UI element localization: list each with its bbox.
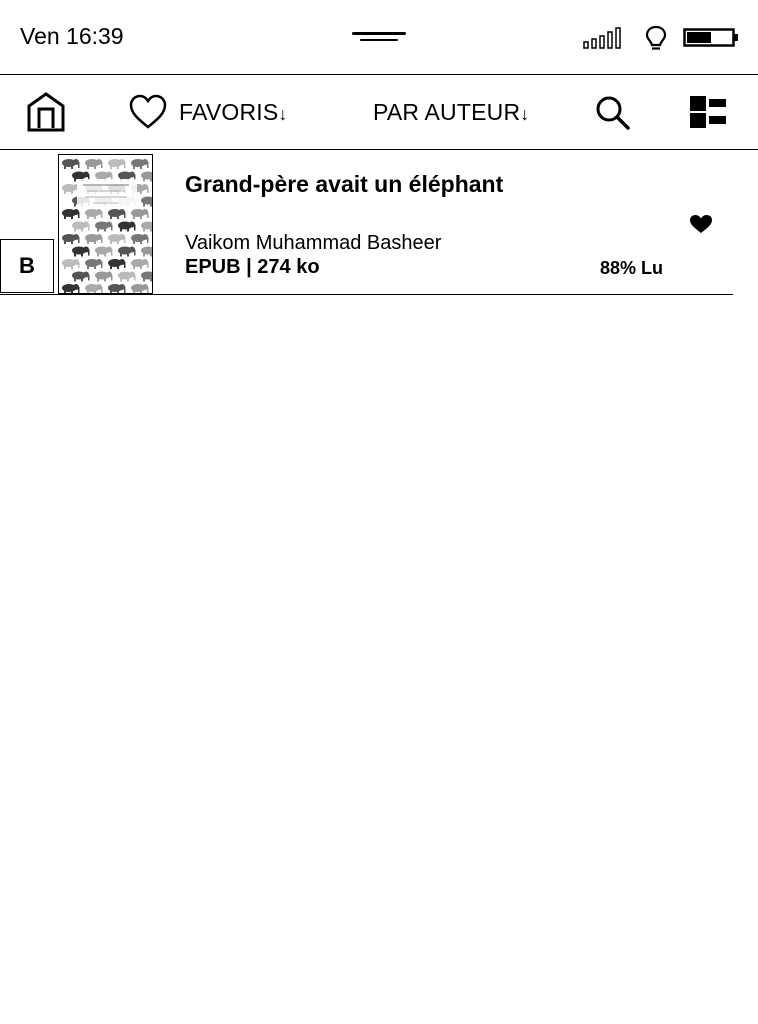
home-icon[interactable] (27, 92, 65, 132)
search-icon[interactable] (595, 95, 631, 131)
sort-selector[interactable]: PAR AUTEUR↓ (373, 99, 529, 126)
book-list-item[interactable]: B Grand-père avait un éléphant Vaikom Mu… (0, 150, 733, 295)
book-format-size: EPUB | 274 ko (185, 256, 320, 278)
arrow-down-icon: ↓ (278, 104, 288, 124)
list-view-icon[interactable] (689, 95, 727, 129)
elephant-cover-illustration (62, 159, 152, 293)
battery-icon (683, 28, 738, 47)
alphabet-index-letter[interactable]: B (0, 239, 54, 293)
book-title: Grand-père avait un éléphant (185, 171, 504, 197)
clock: Ven 16:39 (20, 23, 124, 49)
book-cover[interactable] (58, 154, 153, 294)
frontlight-icon[interactable] (644, 25, 668, 51)
sort-label: PAR AUTEUR (373, 99, 521, 125)
pull-down-handle[interactable] (352, 32, 406, 44)
favorite-heart-icon[interactable] (689, 214, 713, 234)
heart-outline-icon[interactable] (128, 94, 168, 130)
reading-progress: 88% Lu (600, 258, 664, 278)
favorites-filter-label: FAVORIS (179, 99, 279, 125)
status-bar: Ven 16:39 (0, 0, 758, 74)
favorites-filter[interactable]: FAVORIS↓ (179, 99, 288, 126)
signal-icon (583, 27, 621, 49)
library-toolbar: FAVORIS↓ PAR AUTEUR↓ (0, 75, 758, 149)
arrow-down-icon: ↓ (520, 104, 530, 124)
book-author: Vaikom Muhammad Basheer (185, 232, 442, 254)
